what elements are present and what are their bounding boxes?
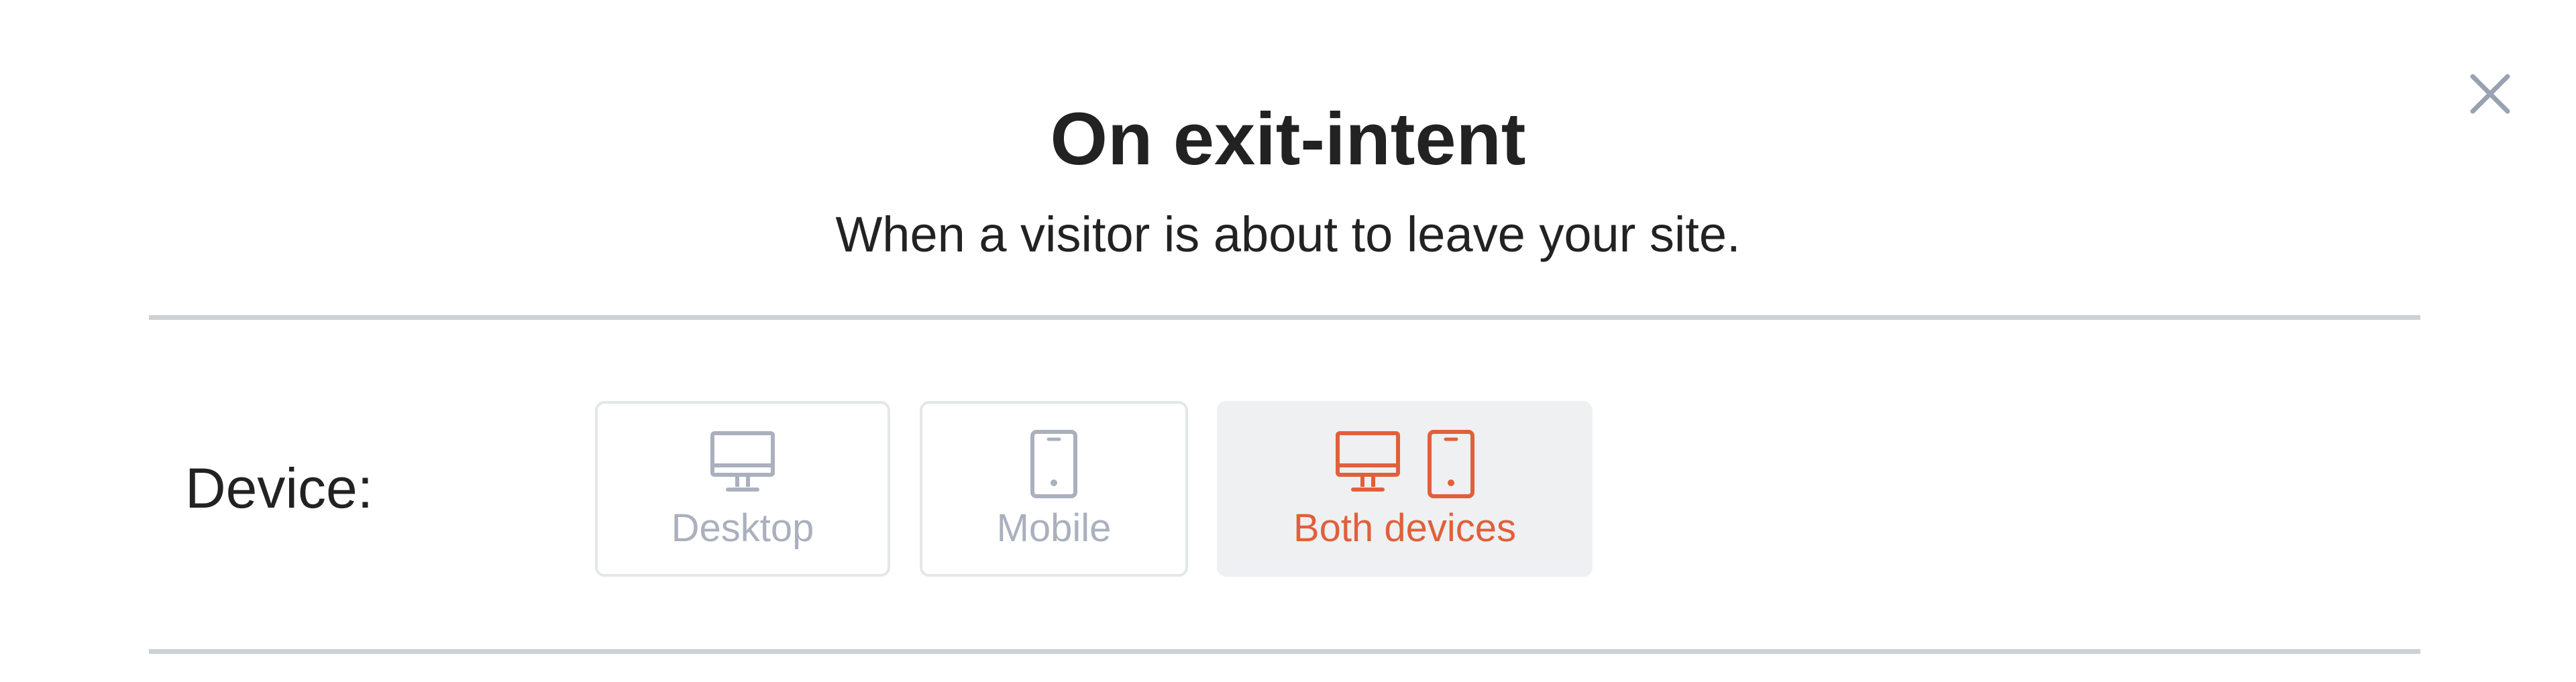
device-option-label: Desktop <box>671 506 814 550</box>
desktop-icon <box>709 429 776 496</box>
desktop-icon <box>1334 429 1401 496</box>
modal-title: On exit-intent <box>1050 98 1526 180</box>
divider-bottom <box>149 649 2420 654</box>
mobile-icon <box>1030 429 1078 499</box>
device-label: Device: <box>185 457 374 520</box>
device-option-mobile[interactable]: Mobile <box>920 401 1188 577</box>
device-option-label: Both devices <box>1293 506 1517 550</box>
mobile-icon <box>1427 429 1475 499</box>
exit-intent-modal: On exit-intent When a visitor is about t… <box>0 0 2576 682</box>
modal-subtitle: When a visitor is about to leave your si… <box>835 207 1741 262</box>
device-option-desktop[interactable]: Desktop <box>595 401 890 577</box>
divider-top <box>149 315 2420 320</box>
device-option-both[interactable]: Both devices <box>1217 401 1593 577</box>
device-option-label: Mobile <box>996 506 1112 550</box>
